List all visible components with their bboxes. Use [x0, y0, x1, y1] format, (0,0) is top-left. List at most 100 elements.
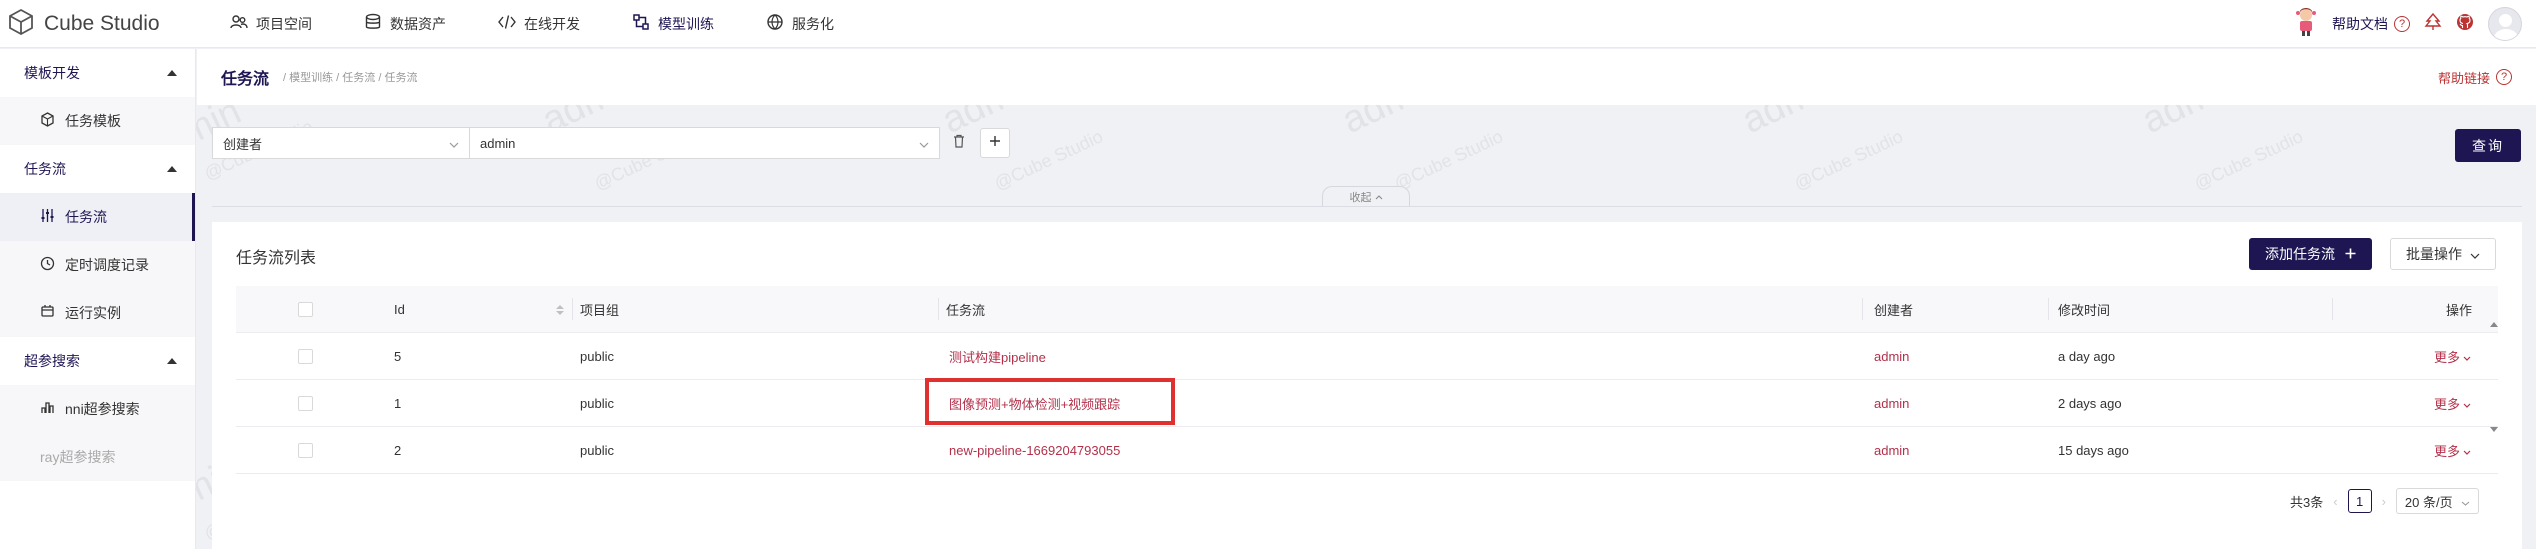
mascot-icon	[2294, 7, 2318, 40]
add-filter-button[interactable]	[980, 128, 1010, 158]
row-pipeline-link[interactable]: new-pipeline-1669204793055	[949, 427, 1120, 474]
question-circle-icon: ?	[2394, 15, 2410, 32]
batch-actions-label: 批量操作	[2406, 246, 2462, 262]
column-header-id[interactable]: Id	[394, 286, 564, 333]
column-label: Id	[394, 302, 405, 317]
cube-logo-icon	[8, 8, 34, 39]
pipeline-list-card: 任务流列表 添加任务流 批量操作 Id 项目组 任务流 创建者 修改时间 操作 …	[212, 222, 2522, 549]
row-pipeline-link[interactable]: 测试构建pipeline	[949, 333, 1046, 380]
nav-data-assets[interactable]: 数据资产	[338, 0, 472, 48]
sort-icon	[556, 304, 564, 315]
nav-project-space[interactable]: 项目空间	[204, 0, 338, 48]
prev-page-icon[interactable]: ‹	[2333, 494, 2337, 509]
table-row: 2 public new-pipeline-1669204793055 admi…	[236, 427, 2498, 474]
table-title: 任务流列表	[236, 250, 317, 267]
trash-icon	[953, 134, 965, 153]
sidebar-group-hyperparam[interactable]: 超参搜索	[0, 337, 195, 385]
theme-tree-icon[interactable]	[2424, 12, 2442, 34]
sidebar-item-ray-search[interactable]: ray超参搜索	[0, 433, 195, 481]
scroll-up-icon	[2490, 322, 2498, 327]
sidebar-item-label: ray超参搜索	[40, 449, 116, 465]
app-name: Cube Studio	[44, 11, 160, 35]
add-pipeline-button[interactable]: 添加任务流	[2249, 238, 2372, 270]
filter-divider	[212, 206, 2522, 207]
nav-online-dev[interactable]: 在线开发	[472, 0, 606, 48]
column-separator	[572, 298, 573, 320]
filter-field-value: 创建者	[223, 136, 263, 152]
column-header-pipeline: 任务流	[946, 286, 985, 333]
next-page-icon[interactable]: ›	[2382, 494, 2386, 509]
row-checkbox[interactable]	[298, 349, 313, 364]
nav-service[interactable]: 服务化	[740, 0, 860, 48]
nav-label: 数据资产	[390, 15, 446, 32]
filter-value: admin	[480, 135, 516, 151]
table-row: 1 public 图像预测+物体检测+视频跟踪 admin 2 days ago…	[236, 380, 2498, 427]
help-link[interactable]: 帮助链接 ?	[2438, 68, 2512, 87]
nav-model-training[interactable]: 模型训练	[606, 0, 740, 48]
chevron-down-icon	[449, 136, 459, 151]
page-number-current[interactable]: 1	[2347, 489, 2372, 513]
plus-icon	[989, 134, 1001, 152]
question-circle-icon: ?	[2496, 69, 2512, 85]
header-actions: 帮助文档 ?	[2294, 6, 2536, 41]
sidebar-item-run-instances[interactable]: 运行实例	[0, 289, 195, 337]
column-label: 操作	[2446, 303, 2473, 318]
breadcrumb: / 模型训练 / 任务流 / 任务流	[283, 72, 418, 84]
delete-filter-button[interactable]	[944, 128, 974, 158]
row-more-menu[interactable]: 更多	[2434, 427, 2471, 474]
table-row: 5 public 测试构建pipeline admin a day ago 更多	[236, 333, 2498, 380]
filter-value-select[interactable]: admin	[470, 127, 940, 159]
row-project: public	[580, 443, 614, 458]
service-icon	[766, 13, 784, 34]
row-more-label: 更多	[2434, 444, 2461, 459]
table-scroll-arrows[interactable]	[2490, 322, 2498, 442]
highlight-annotation-box	[925, 378, 1175, 425]
sidebar-group-template-dev[interactable]: 模板开发	[0, 49, 195, 97]
row-more-menu[interactable]: 更多	[2434, 380, 2471, 427]
nav-label: 模型训练	[658, 15, 714, 32]
database-icon	[364, 13, 382, 34]
column-label: 创建者	[1874, 303, 1914, 318]
instance-icon	[40, 304, 55, 322]
sidebar-group-pipeline[interactable]: 任务流	[0, 145, 195, 193]
page-size-select[interactable]: 20 条/页	[2395, 488, 2479, 514]
app-logo[interactable]: Cube Studio	[8, 8, 204, 39]
pagination-total: 共3条	[2290, 494, 2324, 510]
collapse-label: 收起	[1349, 191, 1372, 204]
column-separator	[2332, 298, 2333, 320]
nni-icon	[40, 400, 55, 418]
clock-icon	[40, 256, 55, 274]
row-more-menu[interactable]: 更多	[2434, 333, 2471, 380]
row-id: 5	[394, 349, 402, 364]
collapse-filter-toggle[interactable]: 收起	[1322, 186, 1410, 206]
column-header-actions: 操作	[2446, 286, 2472, 333]
sidebar-item-label: 任务模板	[65, 113, 121, 129]
sidebar-item-schedule-records[interactable]: 定时调度记录	[0, 241, 195, 289]
help-docs-label: 帮助文档	[2332, 15, 2388, 32]
github-icon[interactable]	[2456, 13, 2474, 34]
row-checkbox[interactable]	[298, 396, 313, 411]
plus-icon	[2345, 246, 2356, 262]
nav-label: 服务化	[792, 15, 834, 32]
select-all-checkbox[interactable]	[298, 302, 313, 317]
select-all-checkbox-cell	[298, 286, 313, 333]
row-more-label: 更多	[2434, 350, 2461, 365]
row-checkbox[interactable]	[298, 443, 313, 458]
column-header-creator: 创建者	[1874, 286, 1913, 333]
chevron-up-icon	[167, 70, 177, 76]
column-label: 任务流	[946, 303, 986, 318]
page-header: 任务流 / 模型训练 / 任务流 / 任务流 帮助链接 ?	[197, 49, 2536, 105]
sidebar-item-pipeline[interactable]: 任务流	[0, 193, 195, 241]
sidebar-item-nni-search[interactable]: nni超参搜索	[0, 385, 195, 433]
row-more-label: 更多	[2434, 397, 2461, 412]
help-docs-link[interactable]: 帮助文档 ?	[2332, 14, 2410, 34]
add-pipeline-label: 添加任务流	[2265, 246, 2335, 262]
watermark-subtext: @Cube Studio	[2191, 126, 2306, 194]
query-button[interactable]: 查询	[2455, 129, 2521, 162]
batch-actions-button[interactable]: 批量操作	[2390, 238, 2496, 270]
user-avatar[interactable]	[2488, 6, 2522, 41]
row-project: public	[580, 349, 614, 364]
sidebar-item-task-template[interactable]: 任务模板	[0, 97, 195, 145]
filter-field-select[interactable]: 创建者	[212, 127, 470, 159]
sidebar-group-label: 任务流	[24, 161, 66, 177]
